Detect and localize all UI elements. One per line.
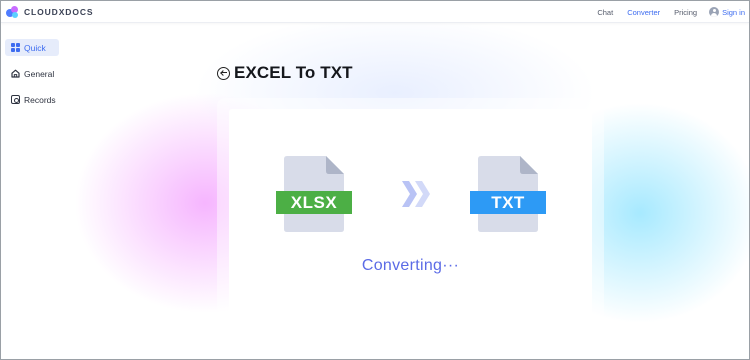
- nav-chat[interactable]: Chat: [597, 8, 613, 17]
- grid-icon: [11, 43, 20, 52]
- back-arrow-icon[interactable]: [217, 66, 230, 80]
- sign-in-button[interactable]: Sign in: [709, 7, 745, 17]
- sidebar-item-quick[interactable]: Quick: [5, 39, 59, 56]
- home-icon: [11, 69, 20, 78]
- title-row: EXCEL To TXT: [217, 63, 353, 83]
- nav-converter[interactable]: Converter: [627, 8, 660, 17]
- conversion-panel: XLSX TXT Converting···: [229, 109, 592, 315]
- top-nav: Chat Converter Pricing Sign in: [583, 1, 745, 23]
- nav-pricing[interactable]: Pricing: [674, 8, 697, 17]
- top-bar: CLOUDXDOCS Chat Converter Pricing Sign i…: [1, 1, 749, 23]
- sidebar: Quick General Records: [1, 23, 65, 359]
- brand-logo-icon: [6, 5, 19, 19]
- brand[interactable]: CLOUDXDOCS: [6, 5, 93, 19]
- conversion-card: XLSX TXT Converting···: [217, 98, 604, 327]
- brand-name: CLOUDXDOCS: [24, 7, 94, 17]
- user-avatar-icon: [709, 7, 720, 17]
- source-format-badge: XLSX: [276, 191, 352, 214]
- app-window: CLOUDXDOCS Chat Converter Pricing Sign i…: [0, 0, 750, 360]
- main-content: EXCEL To TXT XLSX TXT Converting···: [65, 23, 749, 359]
- sidebar-item-label: Quick: [24, 42, 46, 53]
- conversion-status: Converting···: [361, 257, 460, 274]
- sidebar-item-label: General: [24, 68, 55, 79]
- sidebar-item-records[interactable]: Records: [5, 91, 59, 108]
- sign-in-label: Sign in: [722, 7, 745, 17]
- double-chevron-right-icon: [402, 181, 430, 207]
- sidebar-item-general[interactable]: General: [5, 65, 59, 82]
- records-icon: [11, 95, 20, 104]
- target-file: TXT: [470, 156, 546, 232]
- page-title: EXCEL To TXT: [234, 63, 353, 82]
- sidebar-item-label: Records: [24, 94, 56, 105]
- target-format-badge: TXT: [470, 191, 546, 214]
- source-file: XLSX: [276, 156, 352, 232]
